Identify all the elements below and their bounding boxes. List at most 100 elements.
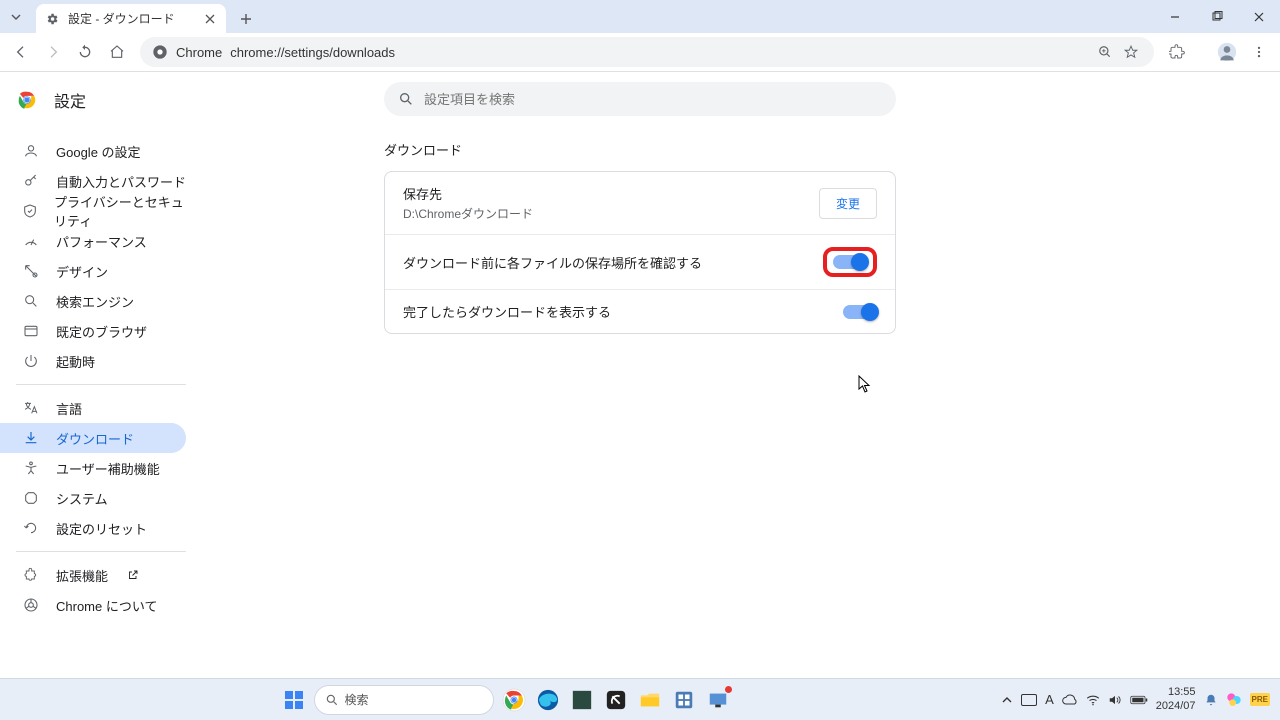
tray-app-icon[interactable] <box>1226 692 1242 708</box>
maximize-button[interactable] <box>1196 0 1238 33</box>
ask-before-download-row: ダウンロード前に各ファイルの保存場所を確認する <box>385 234 895 289</box>
reset-icon <box>22 519 40 537</box>
taskbar-search-label: 検索 <box>345 691 369 708</box>
key-icon <box>22 172 40 190</box>
tray-battery-icon[interactable] <box>1130 695 1148 705</box>
close-window-button[interactable] <box>1238 0 1280 33</box>
tray-chevron-icon[interactable] <box>1001 694 1013 706</box>
sidebar-label: 設定のリセット <box>56 519 147 538</box>
system-icon <box>22 489 40 507</box>
tray-clock[interactable]: 13:55 2024/07 <box>1156 686 1196 712</box>
taskbar-app-generic3[interactable] <box>670 686 698 714</box>
sidebar-item-accessibility[interactable]: ユーザー補助機能 <box>0 453 186 483</box>
show-when-done-row: 完了したらダウンロードを表示する <box>385 289 895 333</box>
sidebar-label: 言語 <box>56 399 82 418</box>
taskbar-app-chrome[interactable] <box>500 686 528 714</box>
translate-icon <box>22 399 40 417</box>
sidebar-item-search-engine[interactable]: 検索エンジン <box>0 286 186 316</box>
chrome-logo-icon <box>16 89 38 111</box>
taskbar-app-generic2[interactable] <box>602 686 630 714</box>
taskbar-app-explorer[interactable] <box>636 686 664 714</box>
tray-time: 13:55 <box>1156 686 1196 699</box>
reload-button[interactable] <box>70 37 100 67</box>
taskbar-search[interactable]: 検索 <box>314 685 494 715</box>
sidebar-item-google[interactable]: Google の設定 <box>0 136 186 166</box>
sidebar-label: 検索エンジン <box>56 292 134 311</box>
power-icon <box>22 352 40 370</box>
tab-search-button[interactable] <box>0 0 32 33</box>
sidebar-label: Chrome について <box>56 596 157 615</box>
taskbar-app-edge[interactable] <box>534 686 562 714</box>
sidebar-item-extensions[interactable]: 拡張機能 <box>0 560 186 590</box>
tray-pre-icon[interactable]: PRE <box>1250 693 1270 706</box>
shield-icon <box>22 202 38 220</box>
section-title: ダウンロード <box>250 140 1280 159</box>
extensions-icon[interactable] <box>1162 37 1192 67</box>
menu-icon[interactable] <box>1244 37 1274 67</box>
profile-icon[interactable] <box>1212 37 1242 67</box>
taskbar-app-generic4[interactable] <box>704 686 732 714</box>
settings-main: ダウンロード 保存先 D:\Chromeダウンロード 変更 ダウンロード前に各フ… <box>250 72 1280 628</box>
windows-taskbar: 検索 A 13:55 2024/07 PRE <box>0 678 1280 720</box>
external-link-icon <box>126 568 140 582</box>
sidebar-label: ダウンロード <box>56 429 134 448</box>
browser-tab[interactable]: 設定 - ダウンロード <box>36 4 226 33</box>
show-toggle[interactable] <box>843 305 877 319</box>
tray-keyboard-icon[interactable] <box>1021 694 1037 706</box>
sidebar-label: 拡張機能 <box>56 566 108 585</box>
system-tray: A 13:55 2024/07 PRE <box>1001 686 1270 712</box>
sidebar-item-languages[interactable]: 言語 <box>0 393 186 423</box>
new-tab-button[interactable] <box>232 5 260 33</box>
tray-ime-icon[interactable]: A <box>1045 692 1054 707</box>
gear-icon <box>44 11 60 27</box>
browser-icon <box>22 322 40 340</box>
window-titlebar: 設定 - ダウンロード <box>0 0 1280 33</box>
sidebar-label: 既定のブラウザ <box>56 322 147 341</box>
sidebar-label: プライバシーとセキュリティ <box>54 192 186 230</box>
bookmark-icon[interactable] <box>1120 41 1142 63</box>
sidebar-item-reset[interactable]: 設定のリセット <box>0 513 186 543</box>
home-button[interactable] <box>102 37 132 67</box>
sidebar-item-privacy[interactable]: プライバシーとセキュリティ <box>0 196 186 226</box>
address-bar[interactable]: Chrome chrome://settings/downloads <box>140 37 1154 67</box>
sidebar-item-default-browser[interactable]: 既定のブラウザ <box>0 316 186 346</box>
settings-search-input[interactable] <box>424 92 882 107</box>
settings-search[interactable] <box>384 82 896 116</box>
show-label: 完了したらダウンロードを表示する <box>403 302 843 321</box>
tab-title: 設定 - ダウンロード <box>68 10 194 27</box>
sidebar-item-appearance[interactable]: デザイン <box>0 256 186 286</box>
sidebar-item-on-startup[interactable]: 起動時 <box>0 346 186 376</box>
settings-page: 設定 Google の設定 自動入力とパスワード プライバシーとセキュリティ パ… <box>0 72 1280 628</box>
sidebar-label: パフォーマンス <box>56 232 147 251</box>
tray-volume-icon[interactable] <box>1108 694 1122 706</box>
sidebar-item-system[interactable]: システム <box>0 483 186 513</box>
puzzle-icon <box>22 566 40 584</box>
accessibility-icon <box>22 459 40 477</box>
sidebar-label: デザイン <box>56 262 108 281</box>
zoom-icon[interactable] <box>1094 41 1116 63</box>
tray-notifications-icon[interactable] <box>1204 693 1218 707</box>
search-icon <box>22 292 40 310</box>
annotation-highlight <box>823 247 877 277</box>
downloads-card: 保存先 D:\Chromeダウンロード 変更 ダウンロード前に各ファイルの保存場… <box>384 171 896 334</box>
ask-toggle[interactable] <box>833 255 867 269</box>
change-location-button[interactable]: 変更 <box>819 188 877 219</box>
taskbar-app-generic1[interactable] <box>568 686 596 714</box>
tray-wifi-icon[interactable] <box>1086 694 1100 706</box>
close-icon[interactable] <box>202 11 218 27</box>
sidebar-item-about-chrome[interactable]: Chrome について <box>0 590 186 620</box>
omnibox-url: chrome://settings/downloads <box>230 45 1086 60</box>
sidebar-item-downloads[interactable]: ダウンロード <box>0 423 186 453</box>
download-icon <box>22 429 40 447</box>
speedometer-icon <box>22 232 40 250</box>
start-button[interactable] <box>280 686 308 714</box>
minimize-button[interactable] <box>1154 0 1196 33</box>
forward-button[interactable] <box>38 37 68 67</box>
sidebar-label: ユーザー補助機能 <box>56 459 160 478</box>
person-icon <box>22 142 40 160</box>
sidebar-item-performance[interactable]: パフォーマンス <box>0 226 186 256</box>
window-controls <box>1154 0 1280 33</box>
tray-cloud-icon[interactable] <box>1062 694 1078 706</box>
chrome-icon <box>152 44 168 60</box>
back-button[interactable] <box>6 37 36 67</box>
